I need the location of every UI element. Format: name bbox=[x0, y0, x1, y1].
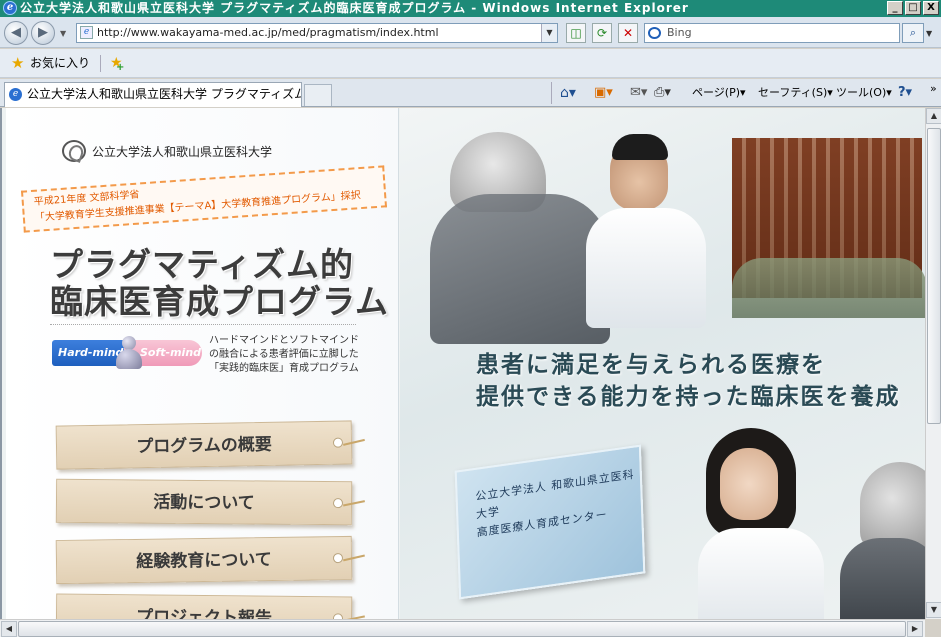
home-icon[interactable]: ⌂▾ bbox=[560, 83, 576, 103]
maximize-button[interactable]: □ bbox=[905, 1, 921, 15]
description-line3: 「実践的臨床医」育成プログラム bbox=[209, 363, 359, 374]
patient-right-body-photo bbox=[840, 538, 925, 619]
scroll-right-icon[interactable]: ▶ bbox=[907, 621, 923, 637]
safety-menu[interactable]: セーフティ(S)▾ bbox=[758, 83, 833, 103]
tab-label: 公立大学法人和歌山県立医科大学 プラグマティズム... bbox=[27, 87, 302, 101]
menu-experiential-education[interactable]: 経験教育について bbox=[55, 535, 365, 585]
feeds-icon[interactable]: ▣▾ bbox=[594, 83, 613, 103]
doctor-hair-photo bbox=[612, 134, 668, 160]
menu-label: 経験教育について bbox=[136, 550, 272, 572]
search-options-icon[interactable]: ▼ bbox=[926, 29, 932, 38]
description-line1: ハードマインドとソフトマインド bbox=[209, 335, 359, 346]
title-bar: e 公立大学法人和歌山県立医科大学 プラグマティズム的臨床医育成プログラム - … bbox=[0, 0, 941, 17]
page-icon: e bbox=[80, 26, 93, 39]
program-title-line2: 臨床医育成プログラム bbox=[50, 282, 390, 321]
tools-menu-label: ツール(O) bbox=[836, 86, 887, 99]
menu-project-report[interactable]: プロジェクト報告 bbox=[55, 593, 365, 619]
search-input[interactable]: Bing bbox=[644, 23, 900, 43]
address-dropdown-icon[interactable]: ▼ bbox=[541, 24, 557, 42]
program-title-line1: プラグマティズム的 bbox=[50, 245, 355, 284]
stop-icon[interactable]: ✕ bbox=[618, 23, 638, 43]
minimize-button[interactable]: _ bbox=[887, 1, 903, 15]
mail-icon[interactable]: ✉▾ bbox=[630, 83, 647, 103]
window-title: 公立大学法人和歌山県立医科大学 プラグマティズム的臨床医育成プログラム - Wi… bbox=[20, 1, 689, 15]
address-url: http://www.wakayama-med.ac.jp/med/pragma… bbox=[97, 26, 439, 39]
tab-page-icon: e bbox=[9, 88, 22, 101]
tools-menu[interactable]: ツール(O)▾ bbox=[836, 83, 892, 103]
horizontal-scroll-thumb[interactable] bbox=[18, 621, 906, 637]
hero-image: 患者に満足を与えられる医療を 提供できる能力を持った臨床医を養成 公立大学法人 … bbox=[400, 108, 925, 619]
title-divider bbox=[50, 324, 356, 325]
favorites-separator bbox=[100, 55, 101, 72]
favorites-button[interactable]: ★ お気に入り bbox=[8, 53, 96, 74]
horizontal-scrollbar[interactable]: ◀ ▶ bbox=[0, 619, 925, 637]
patient-body-photo bbox=[430, 194, 610, 344]
browser-window: e 公立大学法人和歌山県立医科大学 プラグマティズム的臨床医育成プログラム - … bbox=[0, 0, 941, 637]
sign-text: 公立大学法人 和歌山県立医科大学 高度医療人育成センター bbox=[475, 465, 641, 542]
command-separator bbox=[551, 82, 552, 104]
tab-active[interactable]: e 公立大学法人和歌山県立医科大学 プラグマティズム... bbox=[4, 82, 302, 107]
search-placeholder: Bing bbox=[667, 26, 692, 39]
doctor-coat-photo bbox=[586, 208, 706, 328]
left-panel: 公立大学法人和歌山県立医科大学 平成21年度 文部科学省 「大学教育学生支援推進… bbox=[6, 108, 399, 619]
vertical-scrollbar[interactable]: ▲ ▼ bbox=[925, 108, 941, 619]
university-name: 公立大学法人和歌山県立医科大学 bbox=[92, 145, 273, 159]
hard-soft-banner: Hard-mind Soft-mind bbox=[52, 334, 202, 374]
page-viewport: 公立大学法人和歌山県立医科大学 平成21年度 文部科学省 「大学教育学生支援推進… bbox=[0, 108, 925, 619]
favorites-bar: ★ お気に入り ★ + bbox=[0, 49, 941, 78]
student-coat-photo bbox=[698, 528, 824, 619]
program-description: ハードマインドとソフトマインド の融合による患者評価に立脚した 「実践的臨床医」… bbox=[209, 334, 359, 376]
safety-menu-label: セーフティ(S) bbox=[758, 86, 828, 99]
menu-label: 活動について bbox=[153, 492, 255, 514]
forward-button[interactable]: ▶ bbox=[31, 21, 55, 45]
star-icon: ★ bbox=[11, 54, 25, 72]
refresh-icon[interactable]: ⟳ bbox=[592, 23, 612, 43]
search-icon[interactable]: ⌕ bbox=[902, 23, 924, 43]
tag-hole-icon bbox=[332, 437, 344, 448]
person-icon bbox=[114, 334, 144, 372]
tagline-line2: 提供できる能力を持った臨床医を養成 bbox=[476, 383, 901, 410]
scrollbar-corner bbox=[925, 619, 941, 637]
address-toolbar: ◀ ▶ ▼ e http://www.wakayama-med.ac.jp/me… bbox=[0, 17, 941, 48]
close-button[interactable]: X bbox=[923, 1, 939, 15]
page-menu-label: ページ(P) bbox=[692, 86, 740, 99]
page-menu[interactable]: ページ(P)▾ bbox=[692, 83, 746, 103]
menu-label: プロジェクト報告 bbox=[135, 607, 273, 619]
center-sign-photo: 公立大学法人 和歌山県立医科大学 高度医療人育成センター bbox=[454, 444, 646, 600]
bing-icon bbox=[648, 27, 661, 39]
award-badge: 平成21年度 文部科学省 「大学教育学生支援推進事業【テーマA】大学教育推進プロ… bbox=[20, 165, 388, 233]
favorites-label: お気に入り bbox=[30, 56, 91, 70]
history-dropdown-icon[interactable]: ▼ bbox=[60, 29, 66, 38]
scroll-up-icon[interactable]: ▲ bbox=[926, 108, 941, 124]
scroll-down-icon[interactable]: ▼ bbox=[926, 602, 941, 618]
menu-program-overview[interactable]: プログラムの概要 bbox=[55, 420, 365, 470]
back-button[interactable]: ◀ bbox=[4, 21, 28, 45]
university-logo-icon bbox=[62, 140, 86, 162]
window-controls: _ □ X bbox=[887, 1, 939, 15]
program-title: プラグマティズム的 臨床医育成プログラム bbox=[50, 246, 389, 320]
new-tab-button[interactable] bbox=[304, 84, 332, 106]
chevron-more-icon[interactable]: » bbox=[930, 79, 937, 99]
help-icon[interactable]: ?▾ bbox=[898, 83, 912, 103]
address-input[interactable]: e http://www.wakayama-med.ac.jp/med/prag… bbox=[76, 23, 558, 43]
student-face-photo bbox=[720, 448, 778, 520]
tag-hole-icon bbox=[332, 553, 344, 564]
scroll-left-icon[interactable]: ◀ bbox=[1, 621, 17, 637]
trees-photo bbox=[732, 258, 925, 318]
hero-tagline: 患者に満足を与えられる医療を 提供できる能力を持った臨床医を養成 bbox=[476, 349, 901, 413]
tab-bar: e 公立大学法人和歌山県立医科大学 プラグマティズム... ⌂▾ ▣▾ ✉▾ ⎙… bbox=[0, 79, 941, 107]
compatibility-view-icon[interactable]: ◫ bbox=[566, 23, 586, 43]
description-line2: の融合による患者評価に立脚した bbox=[209, 349, 359, 360]
tagline-line1: 患者に満足を与えられる医療を bbox=[476, 351, 826, 378]
menu-label: プログラムの概要 bbox=[136, 434, 272, 458]
vertical-scroll-thumb[interactable] bbox=[927, 128, 941, 424]
tag-hole-icon bbox=[332, 498, 344, 509]
print-icon[interactable]: ⎙▾ bbox=[654, 83, 671, 103]
menu-activities[interactable]: 活動について bbox=[55, 478, 365, 526]
add-favorite-icon[interactable]: ★ + bbox=[110, 55, 124, 73]
ie-logo-icon: e bbox=[3, 1, 17, 15]
